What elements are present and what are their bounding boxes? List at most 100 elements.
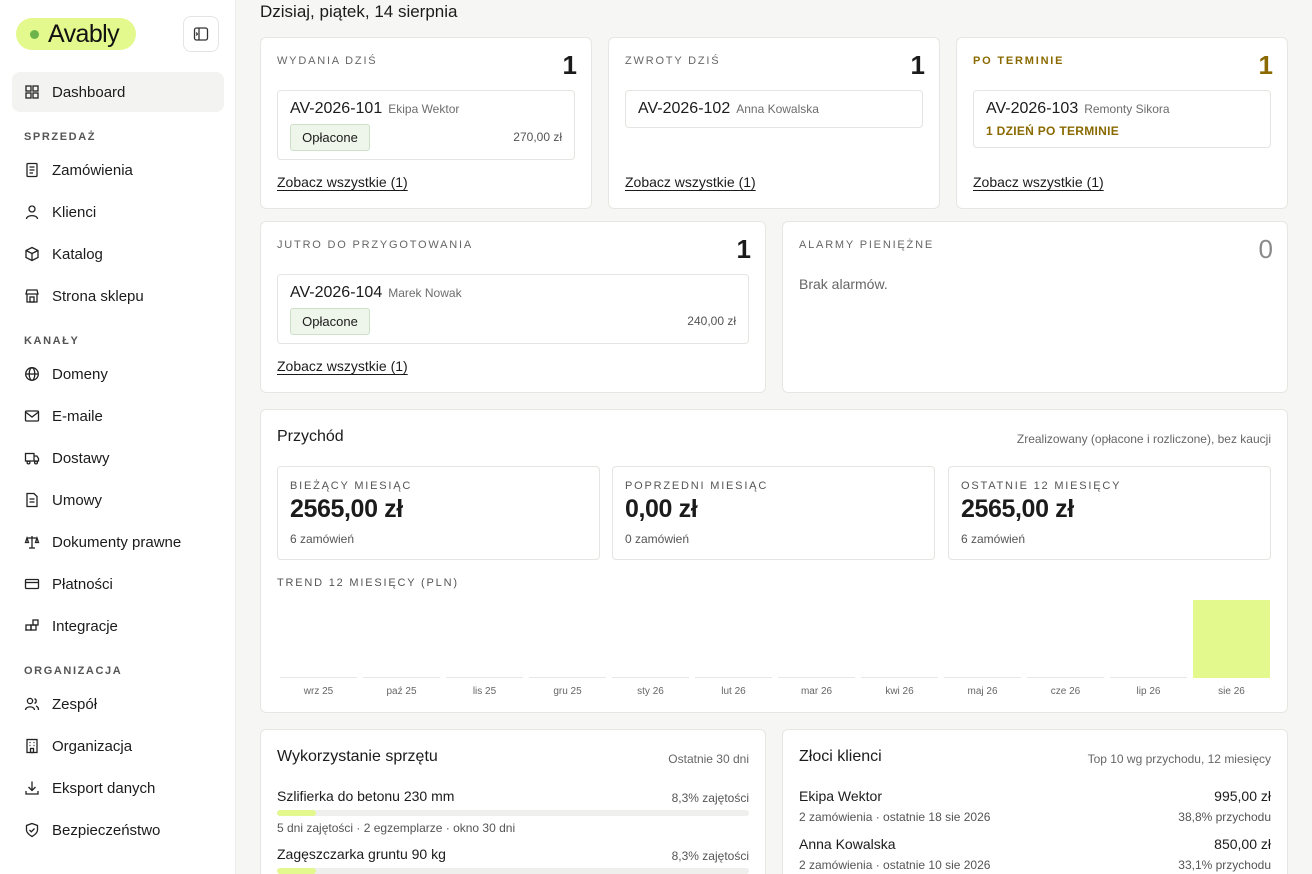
globe-icon bbox=[25, 367, 39, 381]
equipment-progress-bar bbox=[277, 810, 749, 816]
sidebar-item-label: Zespół bbox=[52, 695, 98, 713]
sidebar-item-legal[interactable]: Dokumenty prawne bbox=[12, 522, 224, 562]
order-client: Anna Kowalska bbox=[736, 102, 819, 116]
user-icon bbox=[25, 205, 39, 220]
blocks-icon bbox=[25, 619, 39, 631]
order-item[interactable]: AV-2026-104 Marek Nowak Opłacone 240,00 z… bbox=[277, 274, 749, 344]
chart-x-tick-label: paź 25 bbox=[386, 686, 416, 697]
order-number: AV-2026-104 bbox=[290, 284, 383, 301]
order-client: Marek Nowak bbox=[388, 286, 462, 300]
order-item[interactable]: AV-2026-101 Ekipa Wektor Opłacone 270,00 … bbox=[277, 90, 575, 160]
document-icon bbox=[26, 162, 38, 178]
chart-baseline bbox=[695, 677, 772, 678]
sidebar-item-label: Dashboard bbox=[52, 83, 126, 101]
client-name[interactable]: Ekipa Wektor bbox=[799, 788, 882, 804]
money-alarms-card: ALARMY PIENIĘŻNE 0 Brak alarmów. bbox=[782, 221, 1288, 393]
chart-x-tick-label: lip 26 bbox=[1137, 686, 1161, 697]
sidebar-item-label: Dostawy bbox=[52, 449, 110, 467]
revenue-trend-chart: wrz 25 paź 25 lis 25 gru 25 sty 26 lut 26 mar … bbox=[280, 600, 1270, 697]
equipment-name[interactable]: Szlifierka do betonu 230 mm bbox=[277, 788, 454, 804]
sidebar-item-label: Strona sklepu bbox=[52, 287, 144, 305]
sidebar-item-storefront[interactable]: Strona sklepu bbox=[12, 276, 224, 316]
equipment-utilization: 8,3% zajętości bbox=[671, 849, 749, 863]
sidebar-item-security[interactable]: Bezpieczeństwo bbox=[12, 810, 224, 850]
order-amount: 270,00 zł bbox=[513, 130, 562, 144]
sidebar-item-catalog[interactable]: Katalog bbox=[12, 234, 224, 274]
sidebar-item-integrations[interactable]: Integracje bbox=[12, 606, 224, 646]
client-revenue: 850,00 zł bbox=[1214, 836, 1271, 852]
chart-x-tick-label: gru 25 bbox=[553, 686, 582, 697]
chart-baseline bbox=[612, 677, 689, 678]
collapse-sidebar-button[interactable] bbox=[183, 16, 219, 52]
chart-baseline bbox=[363, 677, 440, 678]
sidebar-item-label: Integracje bbox=[52, 617, 118, 635]
sidebar-item-payments[interactable]: Płatności bbox=[12, 564, 224, 604]
chart-baseline bbox=[861, 677, 938, 678]
brand-logo[interactable]: Avably bbox=[16, 18, 136, 50]
equipment-progress-bar bbox=[277, 868, 749, 874]
equipment-name[interactable]: Zagęszczarka gruntu 90 kg bbox=[277, 846, 446, 862]
order-id[interactable]: AV-2026-102 Anna Kowalska bbox=[638, 100, 819, 118]
chart-x-tick-label: wrz 25 bbox=[303, 686, 334, 697]
sidebar-item-deliveries[interactable]: Dostawy bbox=[12, 438, 224, 478]
scales-icon bbox=[24, 535, 40, 549]
sidebar-item-label: Bezpieczeństwo bbox=[52, 821, 161, 839]
client-name[interactable]: Anna Kowalska bbox=[799, 836, 896, 852]
card-label: JUTRO DO PRZYGOTOWANIA bbox=[277, 239, 474, 251]
sidebar-item-label: Domeny bbox=[52, 365, 108, 383]
building-icon bbox=[26, 738, 38, 754]
sidebar-item-label: Eksport danych bbox=[52, 779, 156, 797]
equipment-usage-card: Wykorzystanie sprzętu Ostatnie 30 dni Sz… bbox=[260, 729, 766, 874]
sidebar-item-contracts[interactable]: Umowy bbox=[12, 480, 224, 520]
sidebar-item-dashboard[interactable]: Dashboard bbox=[12, 72, 224, 112]
sidebar-item-clients[interactable]: Klienci bbox=[12, 192, 224, 232]
chart-x-tick-label: lut 26 bbox=[721, 686, 746, 697]
chart-x-tick-label: kwi 26 bbox=[885, 686, 914, 697]
store-icon bbox=[25, 289, 39, 303]
section-organization-heading: ORGANIZACJA bbox=[24, 665, 123, 677]
order-id[interactable]: AV-2026-101 Ekipa Wektor bbox=[290, 100, 459, 118]
sidebar-item-organization[interactable]: Organizacja bbox=[12, 726, 224, 766]
order-client: Remonty Sikora bbox=[1084, 102, 1170, 116]
order-item[interactable]: AV-2026-102 Anna Kowalska bbox=[625, 90, 923, 128]
see-all-link[interactable]: Zobacz wszystkie (1) bbox=[973, 174, 1104, 190]
status-badge: Opłacone bbox=[290, 308, 370, 335]
sidebar-item-domains[interactable]: Domeny bbox=[12, 354, 224, 394]
chart-baseline bbox=[280, 677, 357, 678]
order-id[interactable]: AV-2026-103 Remonty Sikora bbox=[986, 100, 1170, 118]
revenue-title: Przychód bbox=[277, 428, 344, 445]
chart-x-tick-label: sty 26 bbox=[637, 686, 664, 697]
chart-bar[interactable] bbox=[1193, 600, 1270, 678]
equipment-progress-fill bbox=[277, 868, 317, 874]
sidebar-item-label: Umowy bbox=[52, 491, 103, 509]
sidebar-item-export[interactable]: Eksport danych bbox=[12, 768, 224, 808]
chart-x-tick-label: cze 26 bbox=[1051, 686, 1081, 697]
sidebar-item-emails[interactable]: E-maile bbox=[12, 396, 224, 436]
kpi-label: OSTATNIE 12 MIESIĘCY bbox=[961, 480, 1122, 492]
tomorrow-prep-card: JUTRO DO PRZYGOTOWANIA 1 AV-2026-104 Mare… bbox=[260, 221, 766, 393]
chart-baseline bbox=[1027, 677, 1104, 678]
card-label: PO TERMINIE bbox=[973, 55, 1065, 67]
card-count: 0 bbox=[1258, 234, 1273, 264]
see-all-link[interactable]: Zobacz wszystkie (1) bbox=[625, 174, 756, 190]
order-id[interactable]: AV-2026-104 Marek Nowak bbox=[290, 284, 462, 302]
order-number: AV-2026-101 bbox=[290, 100, 383, 117]
empty-state-text: Brak alarmów. bbox=[799, 276, 888, 292]
card-count: 1 bbox=[736, 234, 751, 264]
revenue-card: Przychód Zrealizowany (opłacone i rozlic… bbox=[260, 409, 1288, 713]
order-item[interactable]: AV-2026-103 Remonty Sikora 1 DZIEŃ PO TER… bbox=[973, 90, 1271, 148]
sidebar-item-orders[interactable]: Zamówienia bbox=[12, 150, 224, 190]
contract-icon bbox=[26, 492, 38, 508]
client-meta: 2 zamówienia · ostatnie 18 sie 2026 bbox=[799, 810, 991, 824]
sidebar-item-label: Katalog bbox=[52, 245, 103, 263]
card-count: 1 bbox=[910, 50, 925, 80]
box-icon bbox=[25, 246, 39, 262]
chart-x-tick-label: maj 26 bbox=[967, 686, 997, 697]
section-title: Wykorzystanie sprzętu bbox=[277, 748, 438, 765]
kpi-sub: 0 zamówień bbox=[625, 532, 690, 546]
kpi-value: 2565,00 zł bbox=[290, 495, 403, 523]
sidebar-item-team[interactable]: Zespół bbox=[12, 684, 224, 724]
chart-x-tick-label: mar 26 bbox=[801, 686, 833, 697]
see-all-link[interactable]: Zobacz wszystkie (1) bbox=[277, 358, 408, 374]
see-all-link[interactable]: Zobacz wszystkie (1) bbox=[277, 174, 408, 190]
